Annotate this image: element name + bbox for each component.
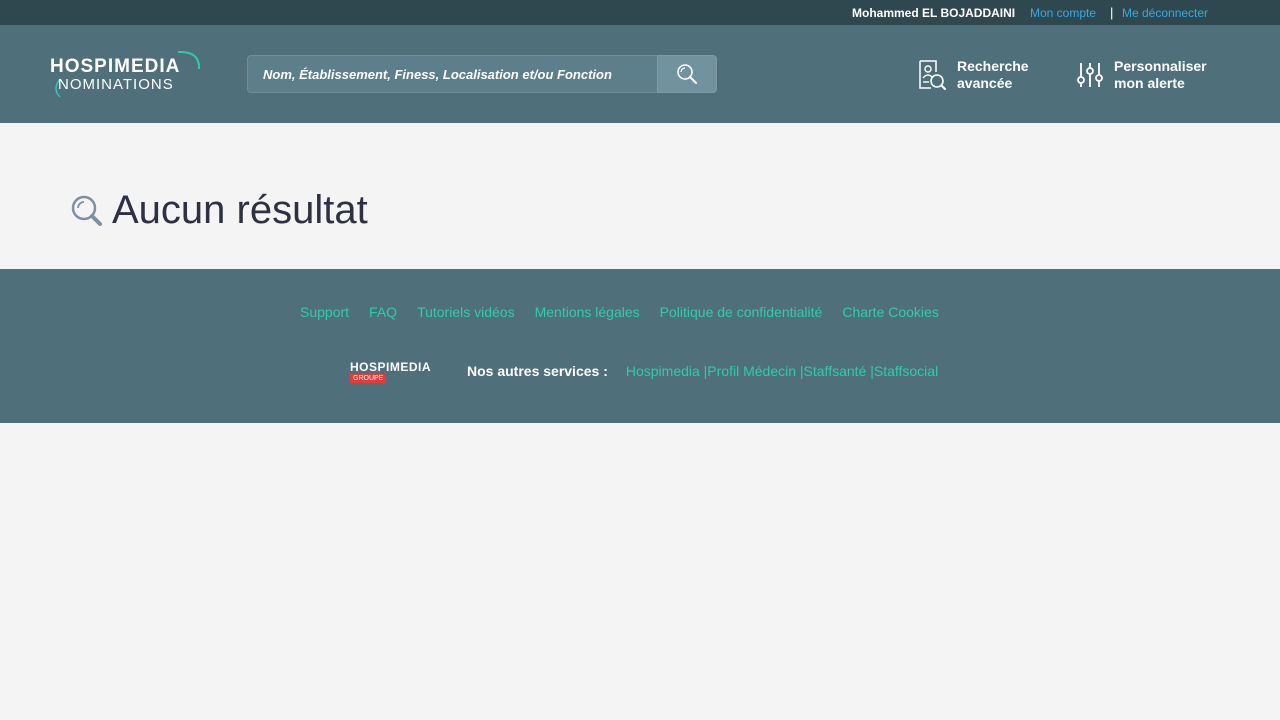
group-logo-badge: GROUPE	[350, 374, 387, 383]
footer-link-privacy[interactable]: Politique de confidentialité	[660, 304, 823, 320]
customize-alert-line1: Personnaliser	[1114, 58, 1207, 74]
advanced-search-label: Recherche avancée	[957, 58, 1029, 92]
logout-link[interactable]: Me déconnecter	[1122, 6, 1208, 20]
footer-link-faq[interactable]: FAQ	[369, 304, 397, 320]
hospimedia-group-logo[interactable]: HOSPIMEDIA GROUPE	[350, 357, 450, 385]
search-bar	[247, 55, 717, 93]
footer-link-legal[interactable]: Mentions légales	[535, 304, 640, 320]
magnifier-icon	[71, 195, 102, 226]
advanced-search-button[interactable]: Recherche avancée	[917, 58, 1029, 92]
footer-links: Support FAQ Tutoriels vidéos Mentions lé…	[300, 304, 959, 320]
search-input[interactable]	[247, 55, 657, 93]
footer: Support FAQ Tutoriels vidéos Mentions lé…	[0, 269, 1280, 423]
no-result-block: Aucun résultat	[70, 188, 368, 233]
services-links[interactable]: Hospimedia |Profil Médecin |Staffsanté |…	[626, 363, 938, 379]
logo-text-primary: HOSPIMEDIA	[50, 56, 181, 77]
advanced-search-line1: Recherche	[957, 58, 1029, 74]
footer-link-tutorials[interactable]: Tutoriels vidéos	[417, 304, 515, 320]
logo-text-secondary: NOMINATIONS	[58, 76, 174, 93]
sliders-icon	[1077, 63, 1103, 87]
header: HOSPIMEDIA NOMINATIONS Recherche avancée	[0, 25, 1280, 123]
other-services: HOSPIMEDIA GROUPE Nos autres services : …	[350, 357, 938, 385]
search-icon	[677, 64, 697, 84]
footer-link-cookies[interactable]: Charte Cookies	[842, 304, 939, 320]
group-logo-text: HOSPIMEDIA	[350, 360, 432, 374]
user-search-icon	[919, 60, 946, 90]
customize-alert-button[interactable]: Personnaliser mon alerte	[1076, 58, 1207, 92]
advanced-search-line2: avancée	[957, 75, 1013, 91]
customize-alert-line2: mon alerte	[1114, 75, 1185, 91]
top-bar: Mohammed EL BOJADDAINI Mon compte | Me d…	[0, 0, 1280, 25]
topbar-separator: |	[1110, 5, 1114, 20]
account-link[interactable]: Mon compte	[1030, 6, 1096, 20]
footer-link-support[interactable]: Support	[300, 304, 349, 320]
user-name: Mohammed EL BOJADDAINI	[852, 6, 1016, 20]
customize-alert-label: Personnaliser mon alerte	[1114, 58, 1207, 92]
search-button[interactable]	[657, 55, 717, 93]
hospimedia-nominations-logo[interactable]: HOSPIMEDIA NOMINATIONS	[50, 49, 210, 99]
services-label: Nos autres services :	[467, 363, 608, 379]
page-title: Aucun résultat	[112, 188, 368, 232]
